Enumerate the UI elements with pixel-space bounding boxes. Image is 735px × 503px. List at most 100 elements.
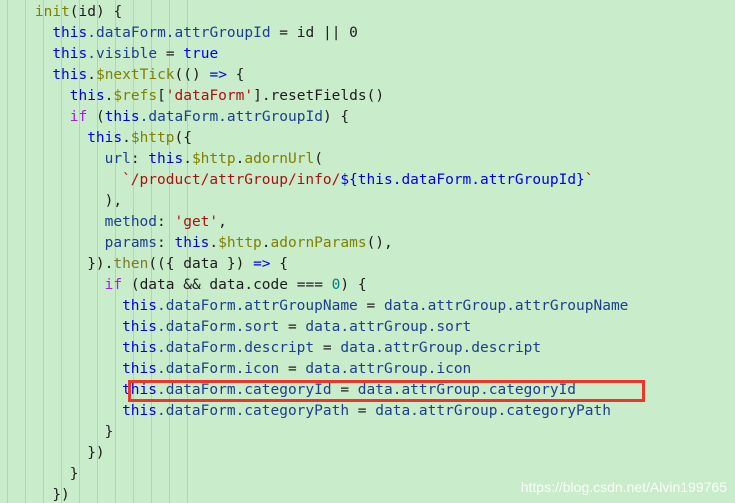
code-token: adornParams bbox=[270, 235, 367, 251]
code-token: $refs bbox=[113, 88, 158, 104]
code-token: } bbox=[104, 424, 114, 440]
code-token: this bbox=[122, 340, 157, 356]
code-line: this.dataForm.attrGroupId = id || 0 bbox=[0, 23, 628, 44]
code-token: if bbox=[69, 109, 96, 125]
code-token: = bbox=[279, 25, 297, 41]
code-token: .dataForm.attrGroupId bbox=[139, 109, 323, 125]
code-token: data.attrGroup.categoryId bbox=[357, 382, 577, 398]
code-token: $http bbox=[130, 130, 175, 146]
code-token: ( bbox=[314, 151, 323, 167]
code-token: id bbox=[296, 25, 323, 41]
code-token: data.attrGroup.icon bbox=[305, 361, 472, 377]
code-token: .dataForm.sort bbox=[157, 319, 288, 335]
code-token: `/product/attrGroup/info/ bbox=[122, 172, 341, 188]
code-line: this.dataForm.categoryPath = data.attrGr… bbox=[0, 401, 628, 422]
code-token: data bbox=[139, 277, 184, 293]
code-token: ${ bbox=[340, 172, 358, 188]
code-token: = bbox=[322, 340, 341, 356]
code-token: $nextTick bbox=[95, 67, 175, 83]
code-token: ` bbox=[584, 172, 594, 188]
code-token: ) { bbox=[322, 109, 350, 125]
code-token: this bbox=[69, 88, 105, 104]
code-token: === bbox=[296, 277, 332, 293]
code-token: => bbox=[253, 256, 280, 272]
code-line: this.$http({ bbox=[0, 128, 628, 149]
code-token: params bbox=[104, 235, 158, 251]
code-line: this.dataForm.categoryId = data.attrGrou… bbox=[0, 380, 628, 401]
code-token: this bbox=[52, 25, 88, 41]
code-token: .dataForm.categoryPath bbox=[157, 403, 358, 419]
code-token: this bbox=[122, 298, 157, 314]
code-token: $http bbox=[191, 151, 236, 167]
code-token: = bbox=[287, 361, 306, 377]
code-token: = bbox=[357, 403, 376, 419]
code-token: this bbox=[122, 361, 157, 377]
code-token: this bbox=[122, 382, 157, 398]
code-line: this.dataForm.attrGroupName = data.attrG… bbox=[0, 296, 628, 317]
code-token: 0 bbox=[349, 25, 358, 41]
code-token: data.code bbox=[209, 277, 297, 293]
code-token: }) bbox=[87, 445, 105, 461]
code-token: ), bbox=[104, 193, 123, 209]
code-token: }). bbox=[87, 256, 114, 272]
code-token: : bbox=[130, 151, 149, 167]
code-token: && bbox=[183, 277, 210, 293]
code-token: . bbox=[87, 67, 96, 83]
code-token: method bbox=[104, 214, 158, 230]
code-token: . bbox=[122, 130, 131, 146]
code-token: = bbox=[165, 46, 184, 62]
code-token: 'dataForm' bbox=[165, 88, 254, 104]
code-token: data bbox=[183, 256, 219, 272]
code-token: this bbox=[122, 403, 157, 419]
code-line: this.dataForm.icon = data.attrGroup.icon bbox=[0, 359, 628, 380]
watermark-text: https://blog.csdn.net/Alvin199765 bbox=[520, 479, 727, 495]
code-token: .dataForm.descript bbox=[157, 340, 323, 356]
code-token: (() bbox=[174, 67, 210, 83]
code-line: this.dataForm.descript = data.attrGroup.… bbox=[0, 338, 628, 359]
code-token: ) { bbox=[340, 277, 367, 293]
code-line: }).then(({ data }) => { bbox=[0, 254, 628, 275]
code-line: method: 'get', bbox=[0, 212, 628, 233]
code-token: init bbox=[34, 4, 70, 20]
code-token: = bbox=[287, 319, 306, 335]
code-line: ), bbox=[0, 191, 628, 212]
code-token: this bbox=[87, 130, 123, 146]
code-token: .visible bbox=[87, 46, 166, 62]
code-token: || bbox=[322, 25, 350, 41]
code-token: 'get' bbox=[174, 214, 219, 230]
code-token: this bbox=[357, 172, 393, 188]
code-token: } bbox=[576, 172, 585, 188]
code-token: ) { bbox=[96, 4, 123, 20]
code-token: data.attrGroup.sort bbox=[305, 319, 472, 335]
code-token: . bbox=[209, 235, 219, 251]
code-token: ({ bbox=[174, 130, 192, 146]
code-token: : bbox=[157, 235, 175, 251]
code-token: () bbox=[366, 88, 385, 104]
code-token: ( bbox=[69, 4, 79, 20]
code-line: this.visible = true bbox=[0, 44, 628, 65]
code-token: ]. bbox=[253, 88, 271, 104]
code-token: this bbox=[174, 235, 210, 251]
code-token: (({ bbox=[148, 256, 184, 272]
code-line: this.$refs['dataForm'].resetFields() bbox=[0, 86, 628, 107]
code-token: this bbox=[122, 319, 157, 335]
code-token: true bbox=[183, 46, 219, 62]
code-token: } bbox=[69, 466, 79, 482]
code-token: if bbox=[104, 277, 131, 293]
code-token: data.attrGroup.descript bbox=[340, 340, 542, 356]
code-token: .dataForm.attrGroupId bbox=[87, 25, 280, 41]
code-token: this bbox=[148, 151, 184, 167]
code-token: data.attrGroup.attrGroupName bbox=[383, 298, 629, 314]
code-line: }) bbox=[0, 443, 628, 464]
code-line: params: this.$http.adornParams(), bbox=[0, 233, 628, 254]
code-token: . bbox=[183, 151, 192, 167]
code-line: `/product/attrGroup/info/${this.dataForm… bbox=[0, 170, 628, 191]
code-token: .dataForm.icon bbox=[157, 361, 288, 377]
code-token: id bbox=[78, 4, 96, 20]
code-token: }) bbox=[218, 256, 254, 272]
code-token: }) bbox=[52, 487, 70, 503]
code-line: this.dataForm.sort = data.attrGroup.sort bbox=[0, 317, 628, 338]
code-block: init(id) {this.dataForm.attrGroupId = id… bbox=[0, 0, 629, 503]
code-token: then bbox=[113, 256, 149, 272]
code-editor-screenshot: init(id) {this.dataForm.attrGroupId = id… bbox=[0, 0, 735, 503]
